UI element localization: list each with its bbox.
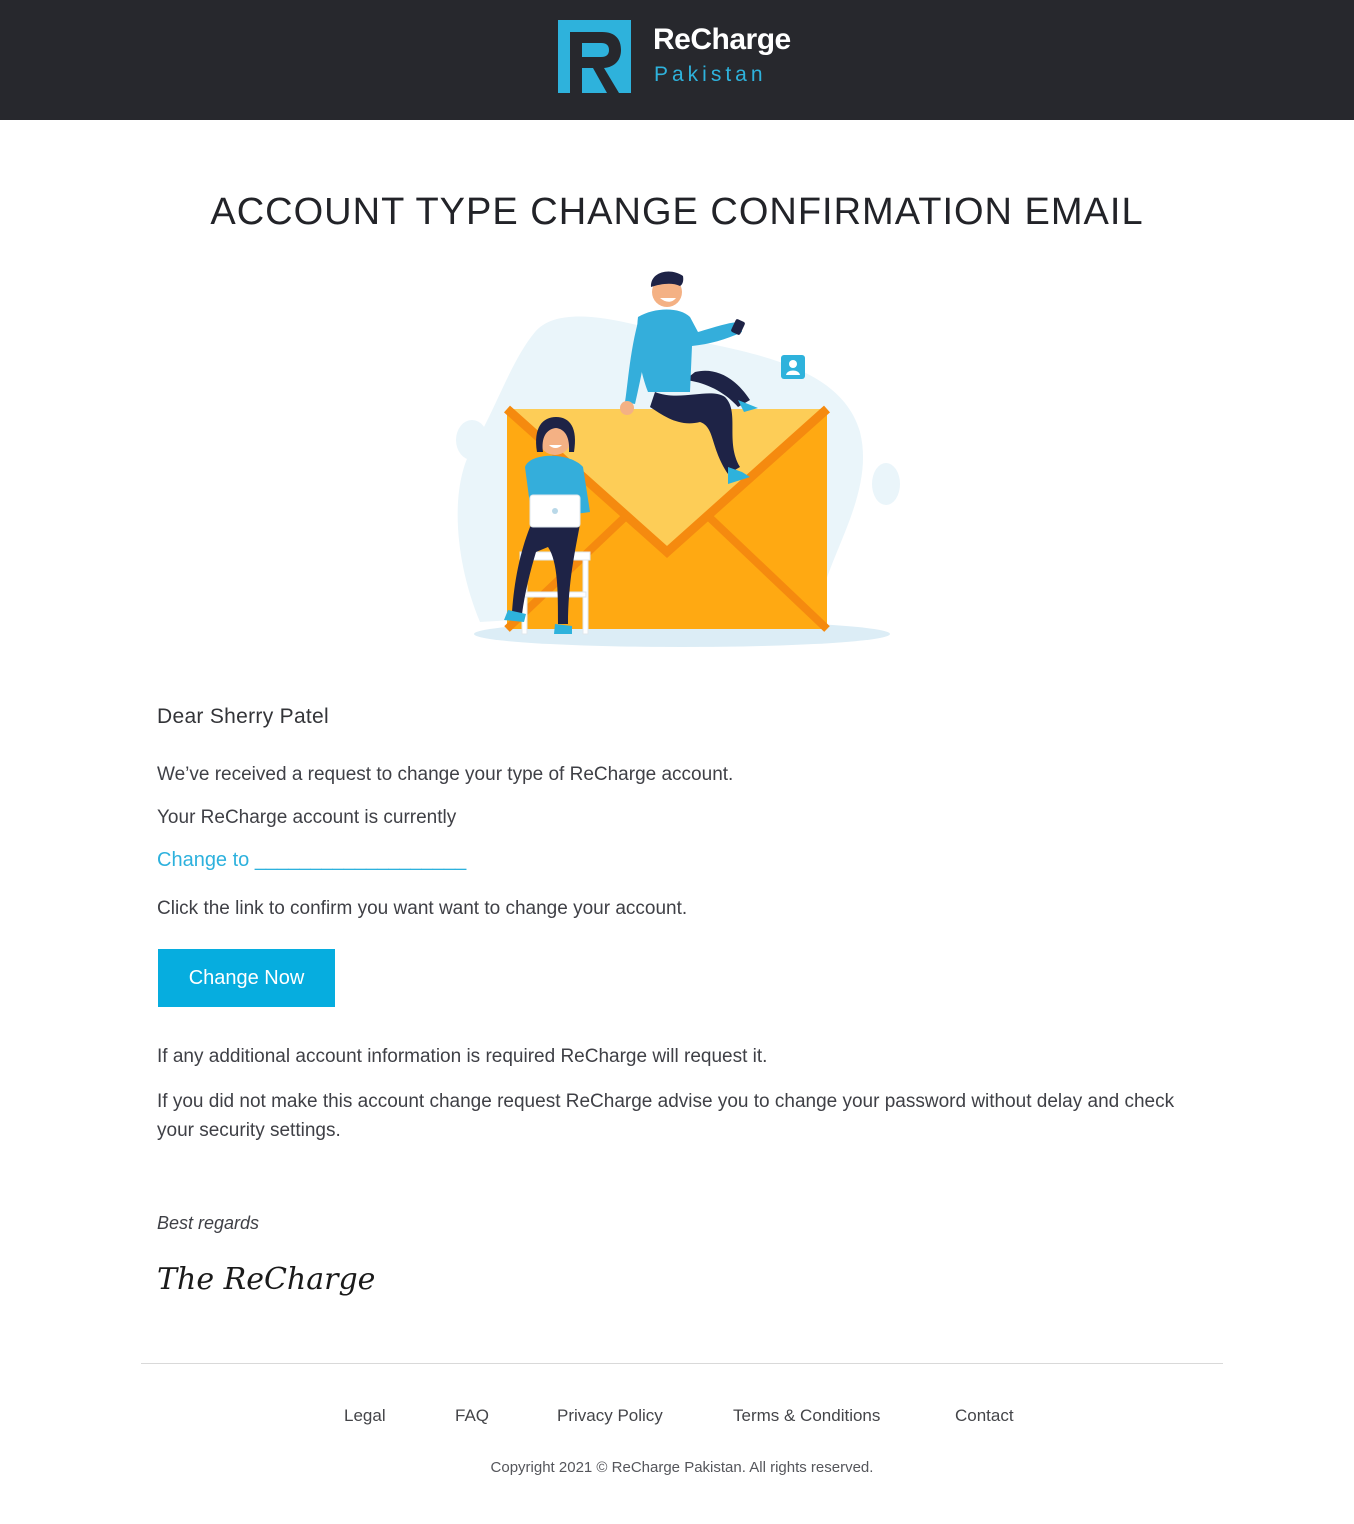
additional-info-text: If any additional account information is…: [157, 1046, 768, 1067]
page-title: ACCOUNT TYPE CHANGE CONFIRMATION EMAIL: [210, 191, 1144, 233]
best-regards-text: Best regards: [157, 1213, 260, 1233]
copyright-text: Copyright 2021 © ReCharge Pakistan. All …: [490, 1459, 874, 1476]
request-received-text: We’ve received a request to change your …: [157, 764, 734, 785]
security-advice-text: If you did not make this account change …: [157, 1091, 1175, 1141]
signature-text: The ReCharge Team: [157, 1262, 385, 1297]
change-now-button[interactable]: Change Now: [158, 949, 335, 1007]
brand-subtitle: Pakistan: [654, 63, 767, 86]
envelope-people-illustration-icon: [456, 271, 900, 647]
signature-icon: The ReCharge Team: [157, 1262, 385, 1297]
footer-link-terms-conditions[interactable]: Terms & Conditions: [733, 1404, 880, 1428]
footer-link-faq[interactable]: FAQ: [455, 1404, 489, 1428]
current-account-text: Your ReCharge account is currently: [157, 807, 457, 828]
brand-name: ReCharge: [653, 23, 791, 56]
confirm-instruction-text: Click the link to confirm you want want …: [157, 898, 688, 919]
email-header: ReCharge Pakistan: [0, 0, 1354, 120]
footer-link-legal[interactable]: Legal: [344, 1404, 386, 1428]
change-to-text: Change to ___________________: [157, 849, 467, 871]
recharge-logo-icon: [558, 20, 631, 93]
footer-divider: [141, 1363, 1223, 1364]
footer-link-contact[interactable]: Contact: [955, 1404, 1014, 1428]
greeting: Dear Sherry Patel: [157, 705, 330, 728]
footer-link-privacy-policy[interactable]: Privacy Policy: [557, 1404, 663, 1428]
